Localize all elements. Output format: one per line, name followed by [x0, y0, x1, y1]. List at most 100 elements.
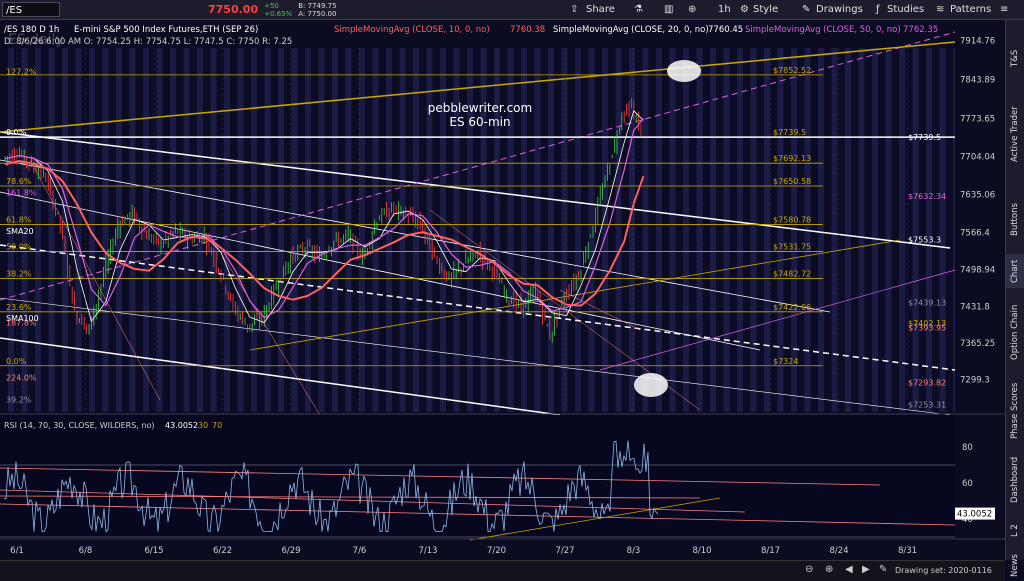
tab-l-2[interactable]: L 2 — [1006, 514, 1024, 548]
fib-level-label: $7852.52 — [773, 66, 811, 75]
highlight-oval-top — [667, 60, 701, 82]
right-tab-strip: T&S Active Trader Buttons Chart Option Chain… — [1005, 20, 1024, 577]
chart-type-icon[interactable]: ▥ — [664, 2, 673, 17]
top-toolbar: /ES 7750.00 +50 +0.65% B: 7749.75 A: 7750.… — [0, 0, 1024, 20]
tab-t-s[interactable]: T&S — [1006, 44, 1024, 72]
day-stripe — [359, 48, 365, 412]
fib-level-label: $7422.06 — [773, 303, 811, 312]
symbol-input[interactable]: /ES — [2, 2, 60, 17]
zoom-in-icon[interactable]: ⊕ — [825, 564, 833, 575]
day-stripe — [278, 48, 284, 412]
pencil-icon[interactable]: ✎ — [802, 2, 810, 17]
day-stripe — [926, 48, 932, 412]
tab-chart[interactable]: Chart — [1006, 254, 1024, 288]
right-level-label: $7439.13 — [908, 298, 946, 307]
y-tick-label: 7843.89 — [960, 76, 995, 86]
right-level-label: $7293.82 — [908, 378, 946, 387]
fib-level-label: $7739.5 — [773, 128, 806, 137]
x-tick-label: 8/10 — [692, 546, 711, 556]
day-stripe — [129, 48, 136, 412]
rsi-level-70: 70 — [212, 421, 222, 430]
patterns-button[interactable]: Patterns — [950, 2, 991, 17]
left-level-label: 0.0% — [6, 357, 27, 366]
x-tick-label: 8/3 — [627, 546, 641, 556]
day-stripe — [885, 48, 892, 412]
interval-button[interactable]: 1h — [718, 2, 731, 17]
scroll-left-icon[interactable]: ◀ — [845, 564, 853, 575]
right-level-label: $7632.34 — [908, 192, 946, 201]
studies-button[interactable]: Studies — [887, 2, 924, 17]
x-tick-label: 7/6 — [353, 546, 367, 556]
day-stripe — [75, 48, 82, 412]
day-stripe — [116, 48, 122, 412]
left-level-label: 187.8% — [6, 318, 37, 327]
y-tick-label: 7704.04 — [960, 153, 995, 163]
left-level-label: 50.0% — [6, 242, 32, 251]
bottom-bar: ⊖ ⊕ ◀ ▶ ✎ Drawing set: 2020-0116 — [0, 560, 1005, 581]
patterns-icon[interactable]: ≋ — [936, 2, 944, 17]
tab-dashboard[interactable]: Dashboard — [1006, 450, 1024, 510]
price-change: +50 +0.65% — [264, 1, 293, 18]
day-stripe — [548, 48, 554, 412]
drawings-button[interactable]: Drawings — [816, 2, 863, 17]
day-stripe — [588, 48, 595, 412]
studies-icon[interactable]: ƒ — [876, 2, 880, 17]
day-stripe — [413, 48, 419, 412]
left-level-label: 127.2% — [6, 67, 37, 76]
rsi-value: 43.0052 — [165, 421, 198, 430]
day-stripe — [656, 48, 662, 412]
x-tick-label: 6/29 — [281, 546, 300, 556]
sma20-value: 7760.45 — [708, 25, 743, 35]
highlight-oval-bottom — [634, 373, 668, 397]
day-stripe — [912, 48, 919, 412]
day-stripe — [332, 48, 338, 412]
left-level-label: 23.6% — [6, 303, 32, 312]
drawing-set-label: Drawing set: 2020-0116 — [895, 566, 992, 575]
day-stripe — [899, 48, 905, 412]
price-chart[interactable]: $7852.52 $7739.5 $7692.13 $7650.58 $7580.78 $… — [0, 20, 1005, 560]
day-stripe — [831, 48, 838, 412]
watermark-timeframe: ES 60-min — [449, 115, 510, 129]
day-stripe — [48, 48, 55, 412]
menu-icon[interactable]: ≡ — [1000, 2, 1008, 17]
zoom-out-icon[interactable]: ⊖ — [805, 564, 813, 575]
fib-level-label: $7324 — [773, 357, 798, 366]
tab-phase-scores[interactable]: Phase Scores — [1006, 376, 1024, 446]
day-stripe — [264, 48, 271, 412]
share-icon[interactable]: ⇪ — [570, 2, 578, 17]
rsi-value-box-label: 43.0052 — [957, 510, 992, 520]
x-tick-label: 6/1 — [10, 546, 24, 556]
x-tick-label: 7/13 — [418, 546, 437, 556]
zoom-icon[interactable]: ⊕ — [688, 2, 696, 17]
left-level-label: 61.8% — [6, 215, 32, 224]
day-stripe — [237, 48, 244, 412]
scroll-right-icon[interactable]: ▶ — [862, 564, 870, 575]
instrument-name: E-mini S&P 500 Index Futures,ETH (SEP 26… — [74, 25, 258, 35]
x-tick-label: 6/15 — [144, 546, 163, 556]
left-level-label: 39.2% — [6, 396, 32, 405]
pencil-icon[interactable]: ✎ — [879, 564, 887, 575]
tab-option-chain[interactable]: Option Chain — [1006, 292, 1024, 372]
es-daily-label: ES daily — [8, 32, 64, 48]
settings-icon[interactable]: ⚗ — [634, 2, 643, 17]
gear-icon[interactable]: ⚙ — [740, 2, 749, 17]
day-stripe — [710, 48, 716, 412]
tab-news[interactable]: News — [1006, 552, 1024, 580]
y-tick-label: 7635.06 — [960, 191, 995, 201]
tab-active-trader[interactable]: Active Trader — [1006, 84, 1024, 184]
fib-level-label: $7482.72 — [773, 269, 811, 278]
day-stripe — [534, 48, 541, 412]
day-stripe — [561, 48, 568, 412]
day-stripe — [251, 48, 257, 412]
sma50-value: 7762.35 — [903, 25, 938, 35]
share-button[interactable]: Share — [586, 2, 615, 17]
y-tick-label: 7566.4 — [960, 228, 990, 238]
y-tick-label: 7365.25 — [960, 339, 995, 349]
y-tick-label: 7431.8 — [960, 302, 990, 312]
day-stripe — [210, 48, 217, 412]
watermark-site: pebblewriter.com — [428, 101, 532, 115]
y-tick-label: 7914.76 — [960, 37, 995, 47]
style-button[interactable]: Style — [753, 2, 778, 17]
tab-buttons[interactable]: Buttons — [1006, 190, 1024, 250]
left-level-label: 0.0% — [6, 128, 27, 137]
